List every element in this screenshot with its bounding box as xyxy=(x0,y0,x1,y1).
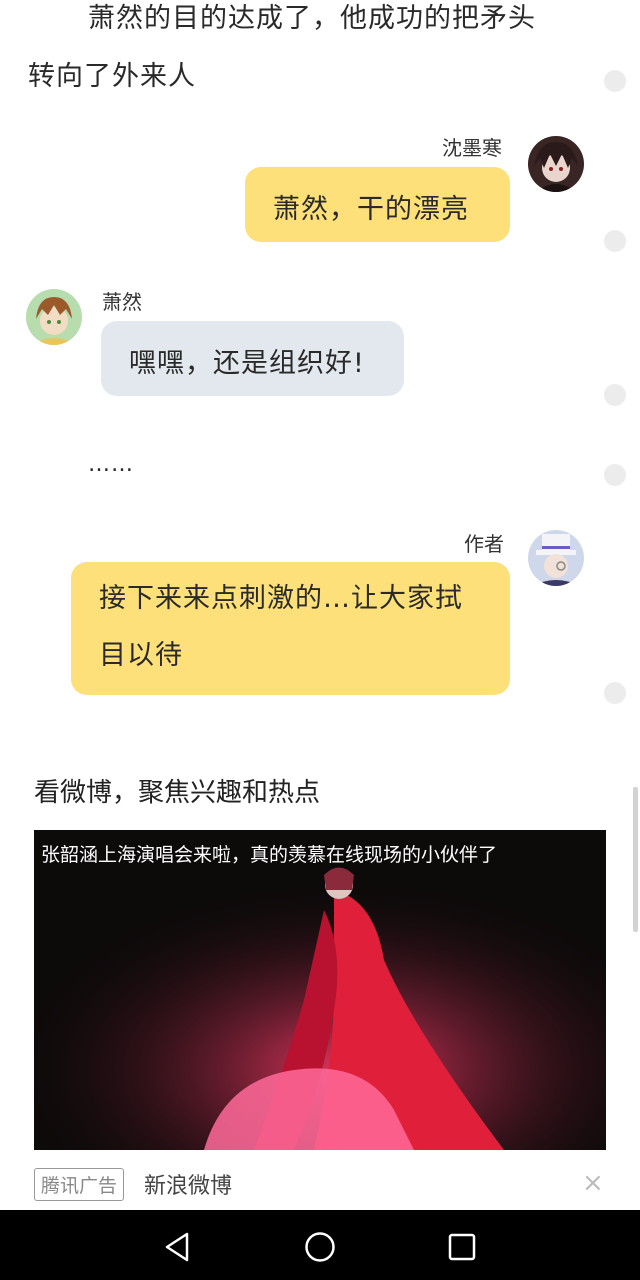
navigation-bar xyxy=(0,1210,640,1280)
message-text-line-1: 接下来来点刺激的…让大家拭 xyxy=(99,583,463,614)
message-bubble[interactable]: 萧然，干的漂亮 xyxy=(245,167,510,242)
read-status-dot xyxy=(604,682,626,704)
message-bubble[interactable]: 接下来来点刺激的…让大家拭 目以待 xyxy=(71,562,510,695)
narration-line-2: 转向了外来人 xyxy=(28,61,196,92)
message-text: 嘿嘿，还是组织好! xyxy=(129,348,365,379)
ad-source: 新浪微博 xyxy=(144,1174,233,1199)
avatar[interactable] xyxy=(528,530,584,586)
close-icon[interactable]: × xyxy=(582,1170,604,1196)
ad-caption: 张韶涵上海演唱会来啦，真的羡慕在线现场的小伙伴了 xyxy=(41,844,498,866)
recents-icon[interactable] xyxy=(445,1230,479,1264)
back-icon[interactable] xyxy=(161,1230,195,1264)
message-text: 萧然，干的漂亮 xyxy=(273,194,469,225)
read-status-dot xyxy=(604,70,626,92)
ad-title[interactable]: 看微博，聚焦兴趣和热点 xyxy=(34,772,320,809)
read-status-dot xyxy=(604,384,626,406)
message-text-line-2: 目以待 xyxy=(99,640,183,671)
narration-ellipsis: …… xyxy=(88,452,134,477)
sender-name: 沈墨寒 xyxy=(442,136,502,160)
narration-line-1: 萧然的目的达成了，他成功的把矛头 xyxy=(88,3,536,34)
home-icon[interactable] xyxy=(303,1230,337,1264)
sender-name: 萧然 xyxy=(102,290,142,314)
ad-badge: 腾讯广告 xyxy=(34,1168,125,1201)
avatar[interactable] xyxy=(528,136,584,192)
avatar[interactable] xyxy=(26,289,82,345)
ad-image[interactable]: 张韶涵上海演唱会来啦，真的羡慕在线现场的小伙伴了 xyxy=(34,830,606,1150)
scrollbar[interactable] xyxy=(633,787,638,932)
read-status-dot xyxy=(604,230,626,252)
read-status-dot xyxy=(604,464,626,486)
message-bubble[interactable]: 嘿嘿，还是组织好! xyxy=(101,321,404,396)
sender-name: 作者 xyxy=(464,532,504,556)
